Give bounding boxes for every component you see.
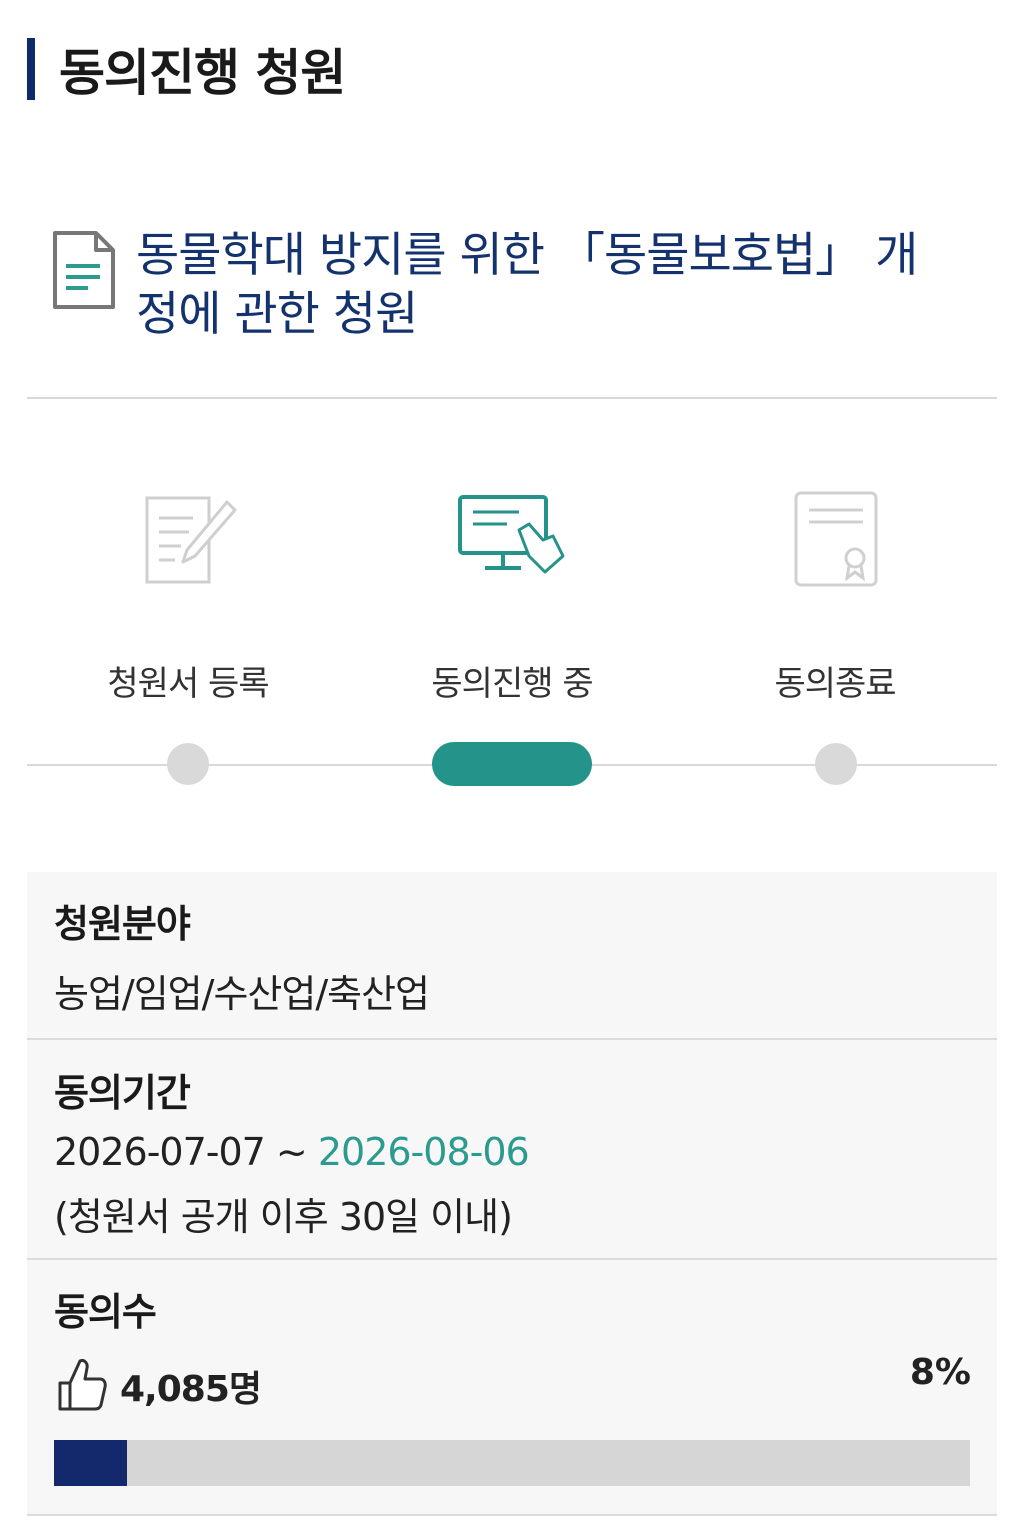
field-label: 청원분야 [54, 902, 191, 946]
step-label-closed: 동의종료 [774, 664, 896, 704]
step-dot-register [167, 743, 209, 785]
document-icon [53, 231, 115, 309]
period-note: (청원서 공개 이후 30일 이내) [54, 1195, 513, 1239]
field-value: 농업/임업/수산업/축산업 [54, 972, 430, 1016]
agree-count: 4,085명 [120, 1369, 262, 1410]
page-header: 동의진행 청원 [27, 38, 346, 102]
agree-progress-bar [54, 1440, 970, 1486]
info-divider [27, 1514, 997, 1516]
section-divider [27, 397, 997, 399]
period-dates: 2026-07-07 ~ 2026-08-06 [54, 1130, 530, 1174]
period-end: 2026-08-06 [317, 1130, 530, 1174]
count-label: 동의수 [54, 1290, 157, 1334]
certificate-icon [794, 491, 878, 587]
thumbs-up-icon [58, 1359, 107, 1411]
step-dot-in-progress [432, 742, 592, 786]
period-label: 동의기간 [54, 1071, 191, 1115]
step-label-register: 청원서 등록 [107, 664, 269, 704]
petition-page: 동의진행 청원 동물학대 방지를 위한 「동물보호법」 개정에 관한 청원 청원… [0, 0, 1024, 1528]
agree-progress-fill [54, 1440, 128, 1486]
period-start: 2026-07-07 ~ [54, 1130, 318, 1174]
step-label-in-progress: 동의진행 중 [431, 664, 593, 704]
petition-title: 동물학대 방지를 위한 「동물보호법」 개정에 관한 청원 [136, 228, 918, 342]
header-accent-bar [27, 38, 35, 100]
document-edit-icon [145, 496, 237, 584]
step-dot-closed [815, 743, 857, 785]
page-title: 동의진행 청원 [59, 44, 346, 102]
petition-title-block: 동물학대 방지를 위한 「동물보호법」 개정에 관한 청원 [52, 226, 952, 344]
monitor-touch-icon [458, 495, 565, 574]
agree-percent: 8% [909, 1352, 971, 1393]
